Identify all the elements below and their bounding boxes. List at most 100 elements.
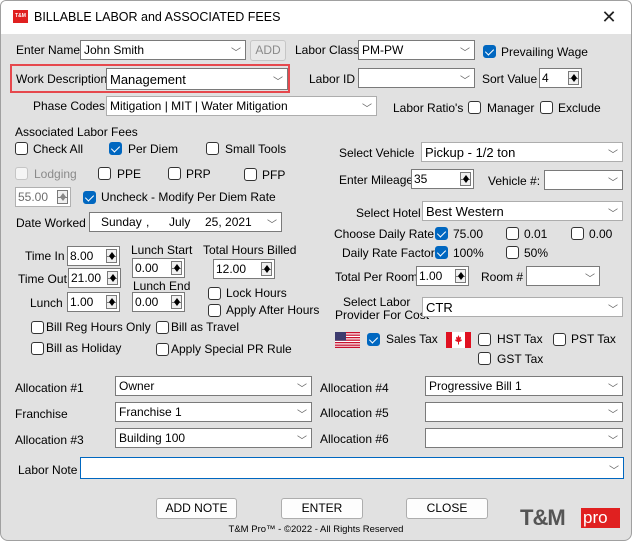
- enter-name-combo[interactable]: John Smith ﹀: [80, 40, 246, 60]
- add-name-button[interactable]: ADD: [250, 40, 286, 61]
- us-flag-icon: [335, 332, 360, 348]
- daily-rate-factor-label: Daily Rate Factor: [342, 246, 435, 260]
- spinner-arrows-icon[interactable]: [261, 262, 272, 276]
- spinner-arrows-icon[interactable]: [107, 271, 118, 285]
- spinner-arrows-icon[interactable]: [171, 261, 182, 275]
- per-diem-checkbox[interactable]: [109, 142, 122, 155]
- ppe-label: PPE: [117, 167, 142, 181]
- prp-checkbox[interactable]: [168, 167, 181, 180]
- exclude-label: Exclude: [558, 101, 601, 115]
- enter-mileage-spinner[interactable]: 35: [411, 169, 474, 189]
- allocation-1-combo[interactable]: Owner ﹀: [115, 376, 312, 396]
- spinner-arrows-icon[interactable]: [106, 295, 117, 309]
- daily-rate-75-checkbox[interactable]: [435, 227, 448, 240]
- exclude-checkbox[interactable]: [540, 101, 553, 114]
- bill-as-holiday-checkbox[interactable]: [31, 342, 44, 355]
- chevron-down-icon: ﹀: [297, 384, 307, 395]
- small-tools-checkbox[interactable]: [206, 142, 219, 155]
- daily-rate-factor-50-checkbox[interactable]: [506, 246, 519, 259]
- per-diem-label: Per Diem: [128, 142, 179, 156]
- labor-id-combo[interactable]: ﹀: [358, 68, 475, 88]
- small-tools-label: Small Tools: [225, 142, 287, 156]
- allocation-5-combo[interactable]: ﹀: [425, 402, 623, 422]
- apply-after-hours-checkbox[interactable]: [208, 304, 221, 317]
- close-button[interactable]: CLOSE: [406, 498, 488, 519]
- allocation-4-combo[interactable]: Progressive Bill 1 ﹀: [425, 376, 623, 396]
- time-in-spinner[interactable]: 8.00: [67, 246, 120, 266]
- select-hotel-value: Best Western: [426, 204, 504, 219]
- hst-tax-label: HST Tax: [497, 332, 543, 346]
- select-hotel-combo[interactable]: Best Western ﹀: [422, 201, 623, 221]
- allocation-3-combo[interactable]: Building 100 ﹀: [115, 428, 312, 448]
- sort-value-spinner[interactable]: 4: [539, 68, 582, 88]
- labor-note-combo[interactable]: ﹀: [80, 457, 624, 479]
- labor-class-combo[interactable]: PM-PW ﹀: [358, 40, 475, 60]
- vehicle-number-label: Vehicle #:: [488, 174, 541, 188]
- daily-rate-001-checkbox[interactable]: [506, 227, 519, 240]
- ppe-checkbox[interactable]: [98, 167, 111, 180]
- allocation-4-value: Progressive Bill 1: [429, 379, 522, 393]
- time-out-spinner[interactable]: 21.00: [68, 268, 121, 288]
- work-description-value: Management: [110, 72, 186, 87]
- spinner-arrows-icon[interactable]: [57, 190, 68, 204]
- date-sep: ,: [146, 215, 150, 229]
- room-number-label: Room #: [481, 270, 524, 284]
- bill-reg-hours-only-checkbox[interactable]: [31, 321, 44, 334]
- franchise-combo[interactable]: Franchise 1 ﹀: [115, 402, 312, 422]
- close-window-button[interactable]: ✕: [595, 4, 623, 30]
- app-logo-icon: T&M: [13, 10, 28, 23]
- lunch-start-spinner[interactable]: 0.00: [132, 258, 185, 278]
- chevron-down-icon: ﹀: [608, 384, 618, 395]
- prp-label: PRP: [186, 167, 211, 181]
- room-number-combo[interactable]: ﹀: [526, 266, 600, 286]
- total-per-room-value: 1.00: [419, 269, 443, 283]
- chevron-down-icon: ﹀: [231, 48, 241, 59]
- enter-button[interactable]: ENTER: [281, 498, 363, 519]
- apply-special-pr-rule-checkbox[interactable]: [156, 343, 169, 356]
- spinner-arrows-icon[interactable]: [460, 172, 471, 186]
- total-hours-billed-spinner[interactable]: 12.00: [213, 259, 275, 279]
- spinner-arrows-icon[interactable]: [106, 249, 117, 263]
- vehicle-number-combo[interactable]: ﹀: [544, 170, 623, 190]
- chevron-down-icon: ﹀: [297, 410, 307, 421]
- date-worked-picker[interactable]: Sunday , July 25, 2021 ﹀: [89, 212, 282, 232]
- gst-tax-checkbox[interactable]: [478, 352, 491, 365]
- labor-note-label: Labor Note: [18, 463, 78, 477]
- lock-hours-checkbox[interactable]: [208, 287, 221, 300]
- allocation-6-combo[interactable]: ﹀: [425, 428, 623, 448]
- spinner-arrows-icon[interactable]: [171, 295, 182, 309]
- work-description-combo[interactable]: Management ﹀: [106, 68, 288, 90]
- enter-mileage-value: 35: [414, 172, 428, 186]
- daily-rate-000-checkbox[interactable]: [571, 227, 584, 240]
- time-out-value: 21.00: [71, 271, 102, 285]
- lunch-end-spinner[interactable]: 0.00: [132, 292, 185, 312]
- add-note-button[interactable]: ADD NOTE: [156, 498, 237, 519]
- lunch-spinner[interactable]: 1.00: [67, 292, 120, 312]
- hst-tax-checkbox[interactable]: [478, 333, 491, 346]
- check-all-checkbox[interactable]: [15, 142, 28, 155]
- pst-tax-checkbox[interactable]: [553, 333, 566, 346]
- phase-codes-combo[interactable]: Mitigation | MIT | Water Mitigation ﹀: [106, 96, 377, 116]
- pfp-label: PFP: [262, 168, 286, 182]
- title-bar: T&M BILLABLE LABOR and ASSOCIATED FEES ✕: [1, 1, 631, 34]
- prevailing-wage-checkbox[interactable]: [483, 45, 496, 58]
- chevron-down-icon: ﹀: [608, 410, 618, 421]
- lodging-checkbox[interactable]: [15, 167, 28, 180]
- per-diem-rate-spinner[interactable]: 55.00: [15, 187, 71, 207]
- chevron-down-icon: ﹀: [608, 305, 618, 316]
- select-vehicle-combo[interactable]: Pickup - 1/2 ton ﹀: [421, 142, 623, 162]
- total-per-room-spinner[interactable]: 1.00: [416, 266, 469, 286]
- labor-provider-combo[interactable]: CTR ﹀: [422, 297, 623, 317]
- manager-checkbox[interactable]: [468, 101, 481, 114]
- spinner-arrows-icon[interactable]: [568, 71, 579, 85]
- lodging-label: Lodging: [34, 167, 77, 181]
- modify-per-diem-checkbox[interactable]: [83, 191, 96, 204]
- date-day-year: 25, 2021: [205, 215, 252, 229]
- sales-tax-checkbox[interactable]: [367, 333, 380, 346]
- bill-as-travel-checkbox[interactable]: [156, 321, 169, 334]
- spinner-arrows-icon[interactable]: [455, 269, 466, 283]
- modify-per-diem-label: Uncheck - Modify Per Diem Rate: [101, 190, 276, 204]
- daily-rate-factor-100-checkbox[interactable]: [435, 246, 448, 259]
- pfp-checkbox[interactable]: [244, 168, 257, 181]
- chevron-down-icon: ﹀: [585, 274, 595, 285]
